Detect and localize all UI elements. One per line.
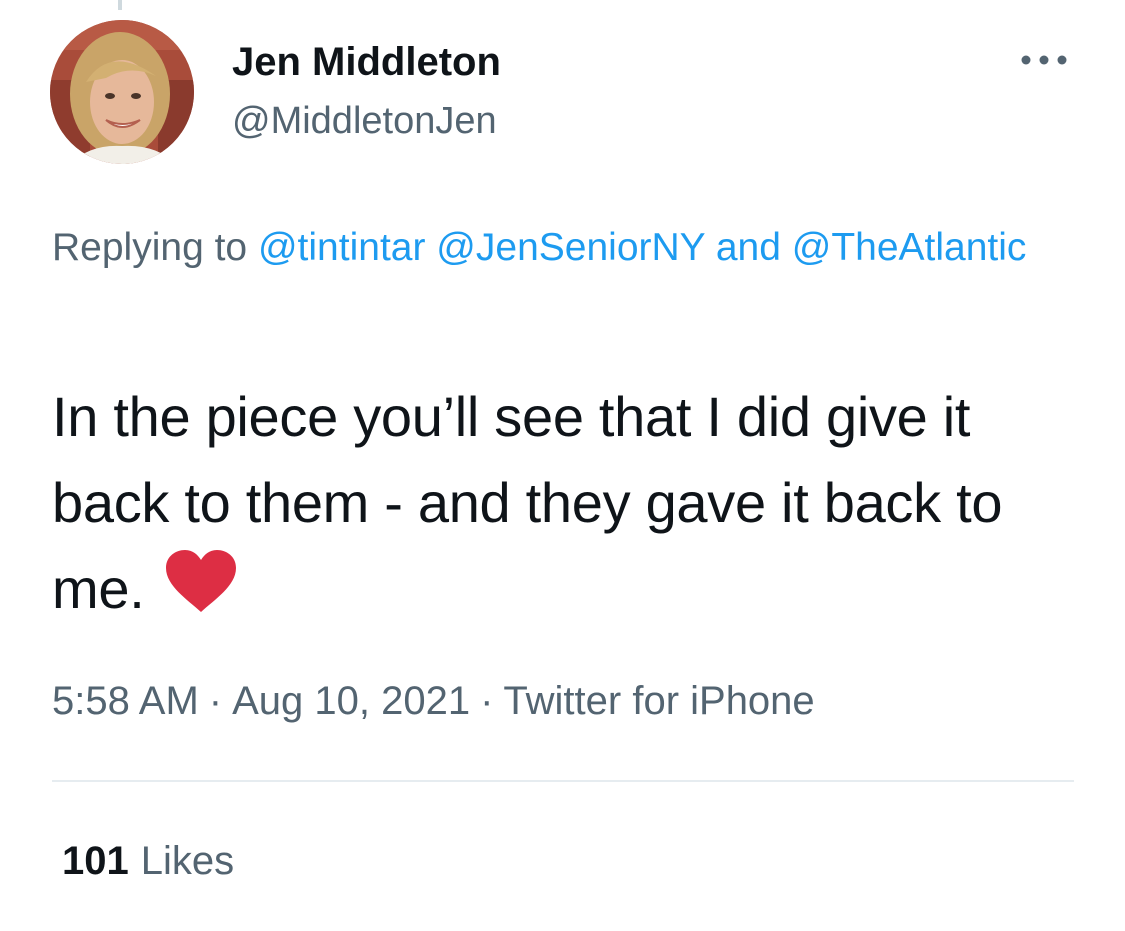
author-handle[interactable]: @MiddletonJen <box>232 98 497 144</box>
mention-link[interactable]: @JenSeniorNY <box>436 226 705 269</box>
divider <box>52 780 1074 782</box>
mention-link[interactable]: @TheAtlantic <box>792 226 1027 269</box>
tweet-text: In the piece you’ll see that I did give … <box>52 374 1082 638</box>
tweet-time[interactable]: 5:58 AM <box>52 679 199 723</box>
more-horizontal-icon <box>1021 55 1067 65</box>
likes-stat[interactable]: 101 Likes <box>62 836 234 886</box>
red-heart-emoji-icon <box>164 548 238 638</box>
likes-count: 101 <box>62 839 129 883</box>
tweet-metadata: 5:58 AM · Aug 10, 2021 · Twitter for iPhone <box>52 676 815 726</box>
likes-label: Likes <box>140 839 235 883</box>
thread-connector-line <box>118 0 122 10</box>
meta-separator: · <box>480 679 494 723</box>
more-options-button[interactable] <box>1016 46 1072 74</box>
tweet-date[interactable]: Aug 10, 2021 <box>232 679 470 723</box>
replying-to-label: Replying to <box>52 226 248 269</box>
author-display-name[interactable]: Jen Middleton <box>232 38 501 86</box>
meta-separator: · <box>208 679 223 723</box>
author-avatar[interactable] <box>50 20 194 164</box>
avatar-photo <box>50 20 194 164</box>
mention-joiner[interactable]: and <box>716 226 781 269</box>
replying-to: Replying to @tintintar @JenSeniorNY and … <box>52 218 1062 278</box>
mention-link[interactable]: @tintintar <box>258 226 425 269</box>
tweet-source[interactable]: Twitter for iPhone <box>503 679 814 723</box>
